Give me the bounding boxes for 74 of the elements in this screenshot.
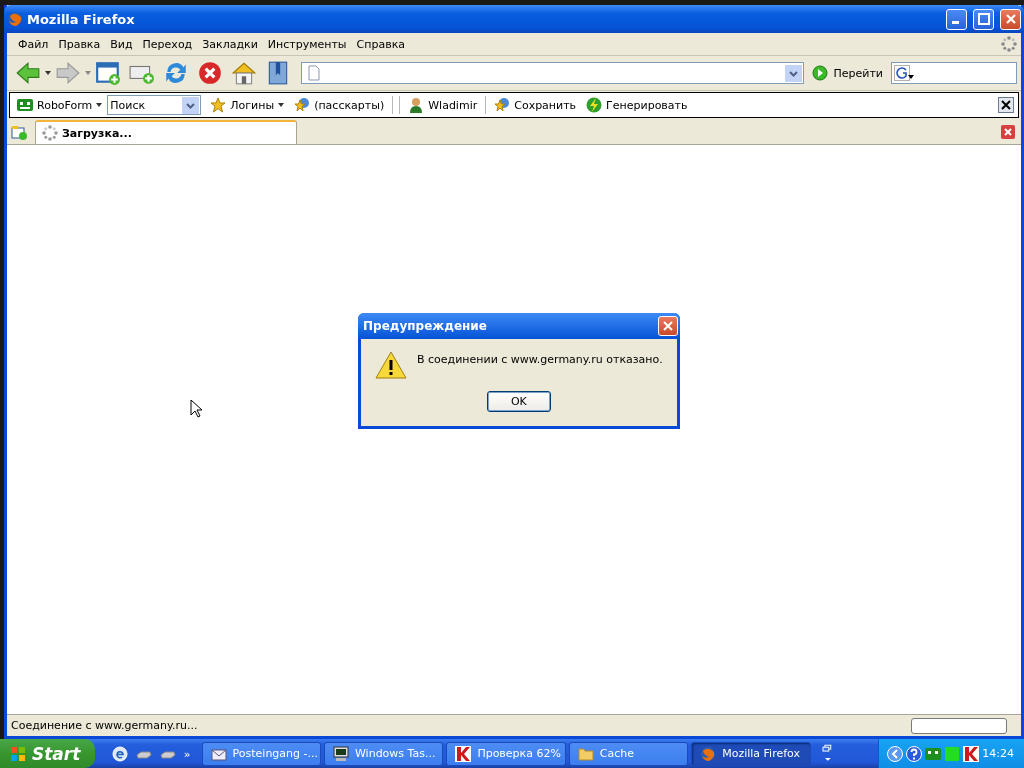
firefox-icon bbox=[700, 745, 717, 762]
close-button[interactable] bbox=[1000, 8, 1021, 30]
robot-icon bbox=[17, 97, 33, 113]
ok-button[interactable]: OK bbox=[486, 391, 551, 412]
back-arrow-icon[interactable] bbox=[15, 60, 41, 86]
antivirus-icon bbox=[455, 745, 472, 762]
star-globe-icon bbox=[494, 97, 511, 113]
antivirus-icon[interactable] bbox=[963, 745, 980, 762]
taskbar-button[interactable]: Mozilla Firefox bbox=[691, 741, 811, 766]
toolbar-button[interactable]: Wladimir bbox=[403, 94, 483, 116]
window-title: Mozilla Firefox bbox=[27, 11, 135, 27]
menu-item[interactable]: Справка bbox=[351, 37, 410, 51]
windows-logo-icon bbox=[10, 745, 26, 762]
star-globe-icon bbox=[294, 97, 311, 113]
new-tab-icon[interactable] bbox=[11, 124, 27, 140]
help-icon[interactable] bbox=[906, 745, 923, 762]
menu-item[interactable]: Правка bbox=[53, 37, 106, 51]
folder-icon bbox=[577, 745, 594, 762]
minimize-icon bbox=[951, 21, 959, 24]
caret-icon[interactable] bbox=[45, 71, 51, 75]
minimize-button[interactable] bbox=[946, 8, 967, 30]
person-icon bbox=[408, 97, 425, 113]
go-button[interactable]: Перейти bbox=[803, 65, 891, 81]
toolbar-button[interactable]: (пасскарты) bbox=[289, 94, 390, 116]
status-text: Соединение с www.germany.ru... bbox=[11, 719, 198, 732]
play-icon bbox=[811, 65, 828, 81]
maximize-button[interactable] bbox=[973, 8, 994, 30]
toolbar-button[interactable]: Логины bbox=[205, 94, 290, 116]
maximize-icon bbox=[977, 13, 990, 25]
dialog-title: Предупреждение bbox=[363, 319, 487, 333]
reload-icon[interactable] bbox=[163, 60, 189, 86]
close-icon bbox=[662, 321, 673, 331]
menu-item[interactable]: Закладки bbox=[197, 37, 263, 51]
more-chevron[interactable]: » bbox=[183, 747, 191, 761]
clock: 14:24 bbox=[982, 747, 1014, 760]
new-window-icon[interactable] bbox=[95, 60, 121, 86]
menu-item[interactable]: Файл bbox=[13, 37, 54, 51]
address-bar[interactable] bbox=[301, 62, 804, 84]
throbber-icon bbox=[1001, 36, 1017, 52]
browser-tab[interactable]: Загрузка... bbox=[35, 120, 297, 144]
lightning-icon bbox=[586, 97, 603, 113]
search-field[interactable] bbox=[891, 62, 1017, 84]
close-button[interactable] bbox=[657, 316, 678, 336]
search-combobox[interactable]: Поиск bbox=[107, 95, 202, 115]
taskbar-button[interactable]: Проверка 62% bbox=[446, 741, 566, 766]
menu-item[interactable]: Вид bbox=[105, 37, 138, 51]
home-icon[interactable] bbox=[231, 60, 257, 86]
roboform-menu-button[interactable]: RoboForm bbox=[12, 94, 108, 116]
page-icon bbox=[306, 65, 322, 81]
close-tab-icon[interactable] bbox=[1001, 125, 1015, 139]
firefox-icon bbox=[7, 11, 23, 27]
caret-icon bbox=[278, 103, 285, 107]
taskbar-button[interactable]: Windows Tas... bbox=[323, 741, 444, 766]
monitor-icon bbox=[332, 745, 349, 762]
robot-icon[interactable] bbox=[925, 745, 942, 762]
close-icon bbox=[1004, 13, 1017, 25]
warning-icon bbox=[375, 351, 407, 379]
menu-item[interactable]: Инструменты bbox=[262, 37, 352, 51]
close-toolbar-icon[interactable] bbox=[998, 97, 1014, 113]
toolbar-button[interactable]: Сохранить bbox=[489, 94, 582, 116]
star-icon bbox=[210, 97, 227, 113]
loading-spinner-icon bbox=[42, 125, 58, 141]
menu-item[interactable]: Переход bbox=[137, 37, 198, 51]
dialog-message: В соединении с www.germany.ru отказано. bbox=[417, 352, 663, 366]
search-engine-icon[interactable] bbox=[894, 65, 916, 81]
chevron-left-icon[interactable] bbox=[887, 745, 904, 762]
taskbar-button[interactable]: Posteingang -... bbox=[201, 741, 321, 766]
toolbar-button[interactable]: Генерировать bbox=[581, 94, 693, 116]
caret-icon bbox=[96, 103, 103, 107]
browser-icon[interactable] bbox=[111, 745, 128, 762]
stop-icon[interactable] bbox=[197, 60, 223, 86]
taskbar-button[interactable]: Cache bbox=[568, 741, 689, 766]
mouse-pointer-icon bbox=[190, 399, 202, 418]
start-button[interactable]: Start bbox=[0, 739, 95, 768]
